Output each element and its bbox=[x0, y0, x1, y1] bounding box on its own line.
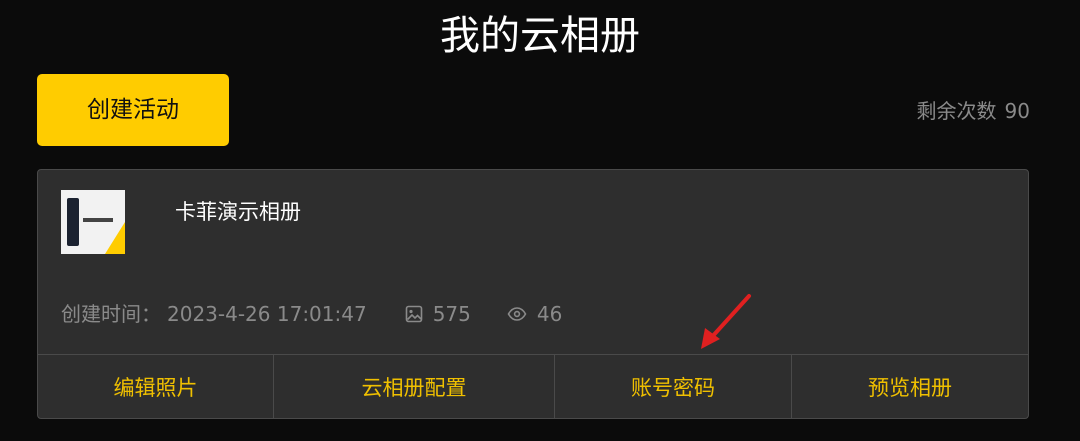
created-label: 创建时间： bbox=[61, 302, 161, 326]
eye-icon bbox=[507, 307, 527, 321]
edit-photos-button[interactable]: 编辑照片 bbox=[38, 355, 274, 418]
photos-stat: 575 bbox=[405, 300, 471, 328]
album-config-button[interactable]: 云相册配置 bbox=[274, 355, 555, 418]
album-meta: 创建时间： 2023-4-26 17:01:47 575 46 bbox=[61, 300, 562, 328]
create-activity-button[interactable]: 创建活动 bbox=[37, 74, 229, 146]
annotation-arrow-icon bbox=[701, 294, 751, 349]
preview-album-button[interactable]: 预览相册 bbox=[792, 355, 1028, 418]
remaining-label: 剩余次数 bbox=[916, 99, 997, 123]
album-card: 卡菲演示相册 创建时间： 2023-4-26 17:01:47 575 46 编… bbox=[37, 169, 1029, 419]
views-stat: 46 bbox=[507, 300, 562, 328]
created-time: 2023-4-26 17:01:47 bbox=[167, 302, 367, 326]
page-title: 我的云相册 bbox=[440, 13, 640, 59]
photos-count: 575 bbox=[432, 302, 471, 326]
album-cover-thumbnail[interactable] bbox=[61, 190, 125, 254]
image-icon bbox=[405, 305, 422, 323]
album-name: 卡菲演示相册 bbox=[175, 200, 301, 224]
remaining-count: 剩余次数 90 bbox=[917, 96, 1030, 126]
album-actions: 编辑照片 云相册配置 账号密码 预览相册 bbox=[38, 354, 1028, 418]
views-count: 46 bbox=[536, 302, 563, 326]
account-password-button[interactable]: 账号密码 bbox=[555, 355, 792, 418]
remaining-value: 90 bbox=[1004, 99, 1030, 123]
